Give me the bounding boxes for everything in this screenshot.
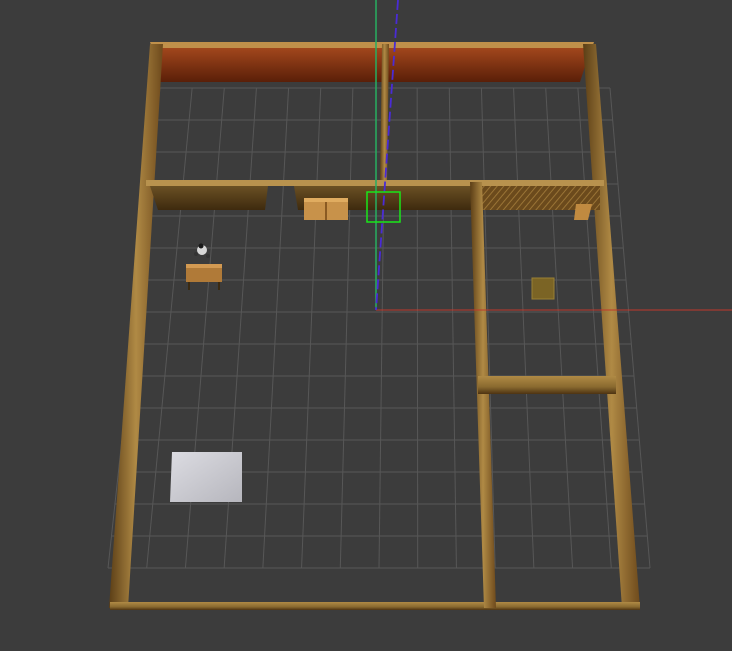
- box-model[interactable]: [531, 277, 555, 300]
- inner-vertical-wall: [470, 182, 496, 608]
- scene-canvas[interactable]: [0, 0, 732, 651]
- bookshelf-model[interactable]: [304, 198, 348, 220]
- inner-horizontal-wall: [478, 376, 616, 394]
- 3d-viewport[interactable]: [0, 0, 732, 651]
- grid-line: [448, 87, 457, 569]
- table-model[interactable]: [186, 264, 222, 290]
- middle-wall: [146, 180, 604, 210]
- back-wall: [150, 42, 594, 82]
- grid-line: [545, 87, 574, 569]
- grid-line: [262, 87, 290, 569]
- grid-line: [301, 87, 322, 569]
- grid-line: [513, 87, 535, 569]
- front-wall: [110, 602, 640, 610]
- right-wall: [583, 44, 640, 608]
- robot-model[interactable]: [194, 243, 210, 259]
- floor-mat[interactable]: [170, 452, 242, 502]
- left-wall: [109, 44, 163, 608]
- grid-line: [416, 87, 419, 569]
- door-model[interactable]: [574, 204, 592, 220]
- grid-line: [339, 87, 354, 569]
